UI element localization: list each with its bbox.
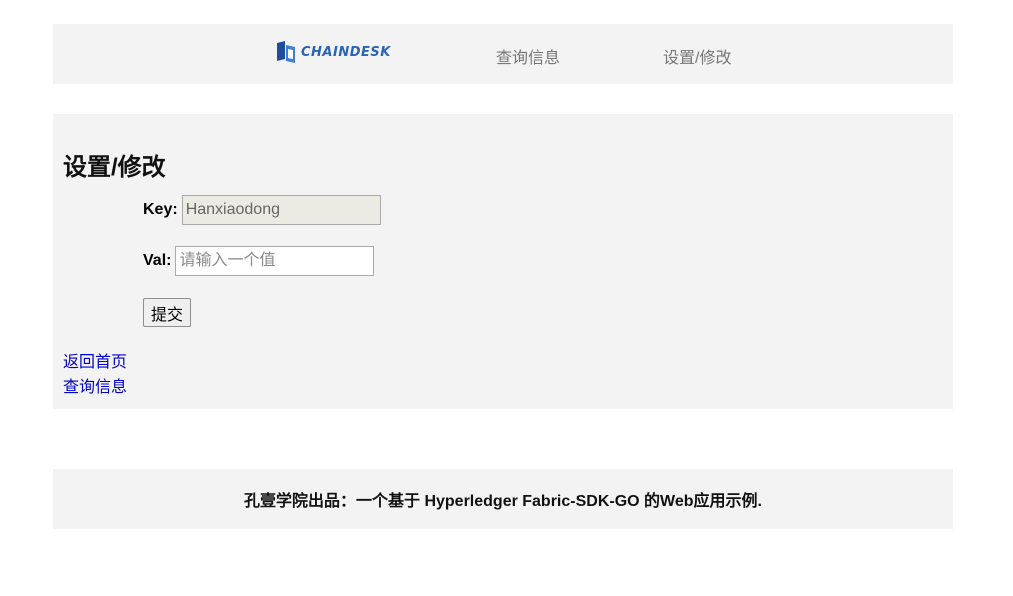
val-row: Val:	[143, 246, 375, 276]
settings-panel: 设置/修改 Key: Val: 提交 返回首页 查询信息	[53, 114, 953, 409]
chaindesk-logo-icon	[277, 41, 295, 63]
submit-button[interactable]: 提交	[143, 298, 191, 327]
chaindesk-logo[interactable]: CHAINDESK	[277, 40, 391, 64]
nav-link-settings[interactable]: 设置/修改	[663, 44, 731, 68]
footer-text: 孔壹学院出品：一个基于 Hyperledger Fabric-SDK-GO 的W…	[244, 493, 762, 510]
query-info-link[interactable]: 查询信息	[63, 375, 127, 400]
nav-link-query[interactable]: 查询信息	[496, 44, 560, 68]
val-input[interactable]	[175, 246, 375, 276]
footer: 孔壹学院出品：一个基于 Hyperledger Fabric-SDK-GO 的W…	[53, 469, 953, 529]
logo-text: CHAINDESK	[301, 44, 391, 60]
back-home-link[interactable]: 返回首页	[63, 350, 127, 375]
key-row: Key:	[143, 195, 381, 225]
val-label: Val:	[143, 252, 172, 269]
top-navbar: CHAINDESK 查询信息 设置/修改	[53, 24, 953, 84]
page-title: 设置/修改	[63, 154, 166, 181]
page-links: 返回首页 查询信息	[63, 350, 127, 400]
key-label: Key:	[143, 201, 178, 218]
key-input[interactable]	[181, 195, 381, 225]
